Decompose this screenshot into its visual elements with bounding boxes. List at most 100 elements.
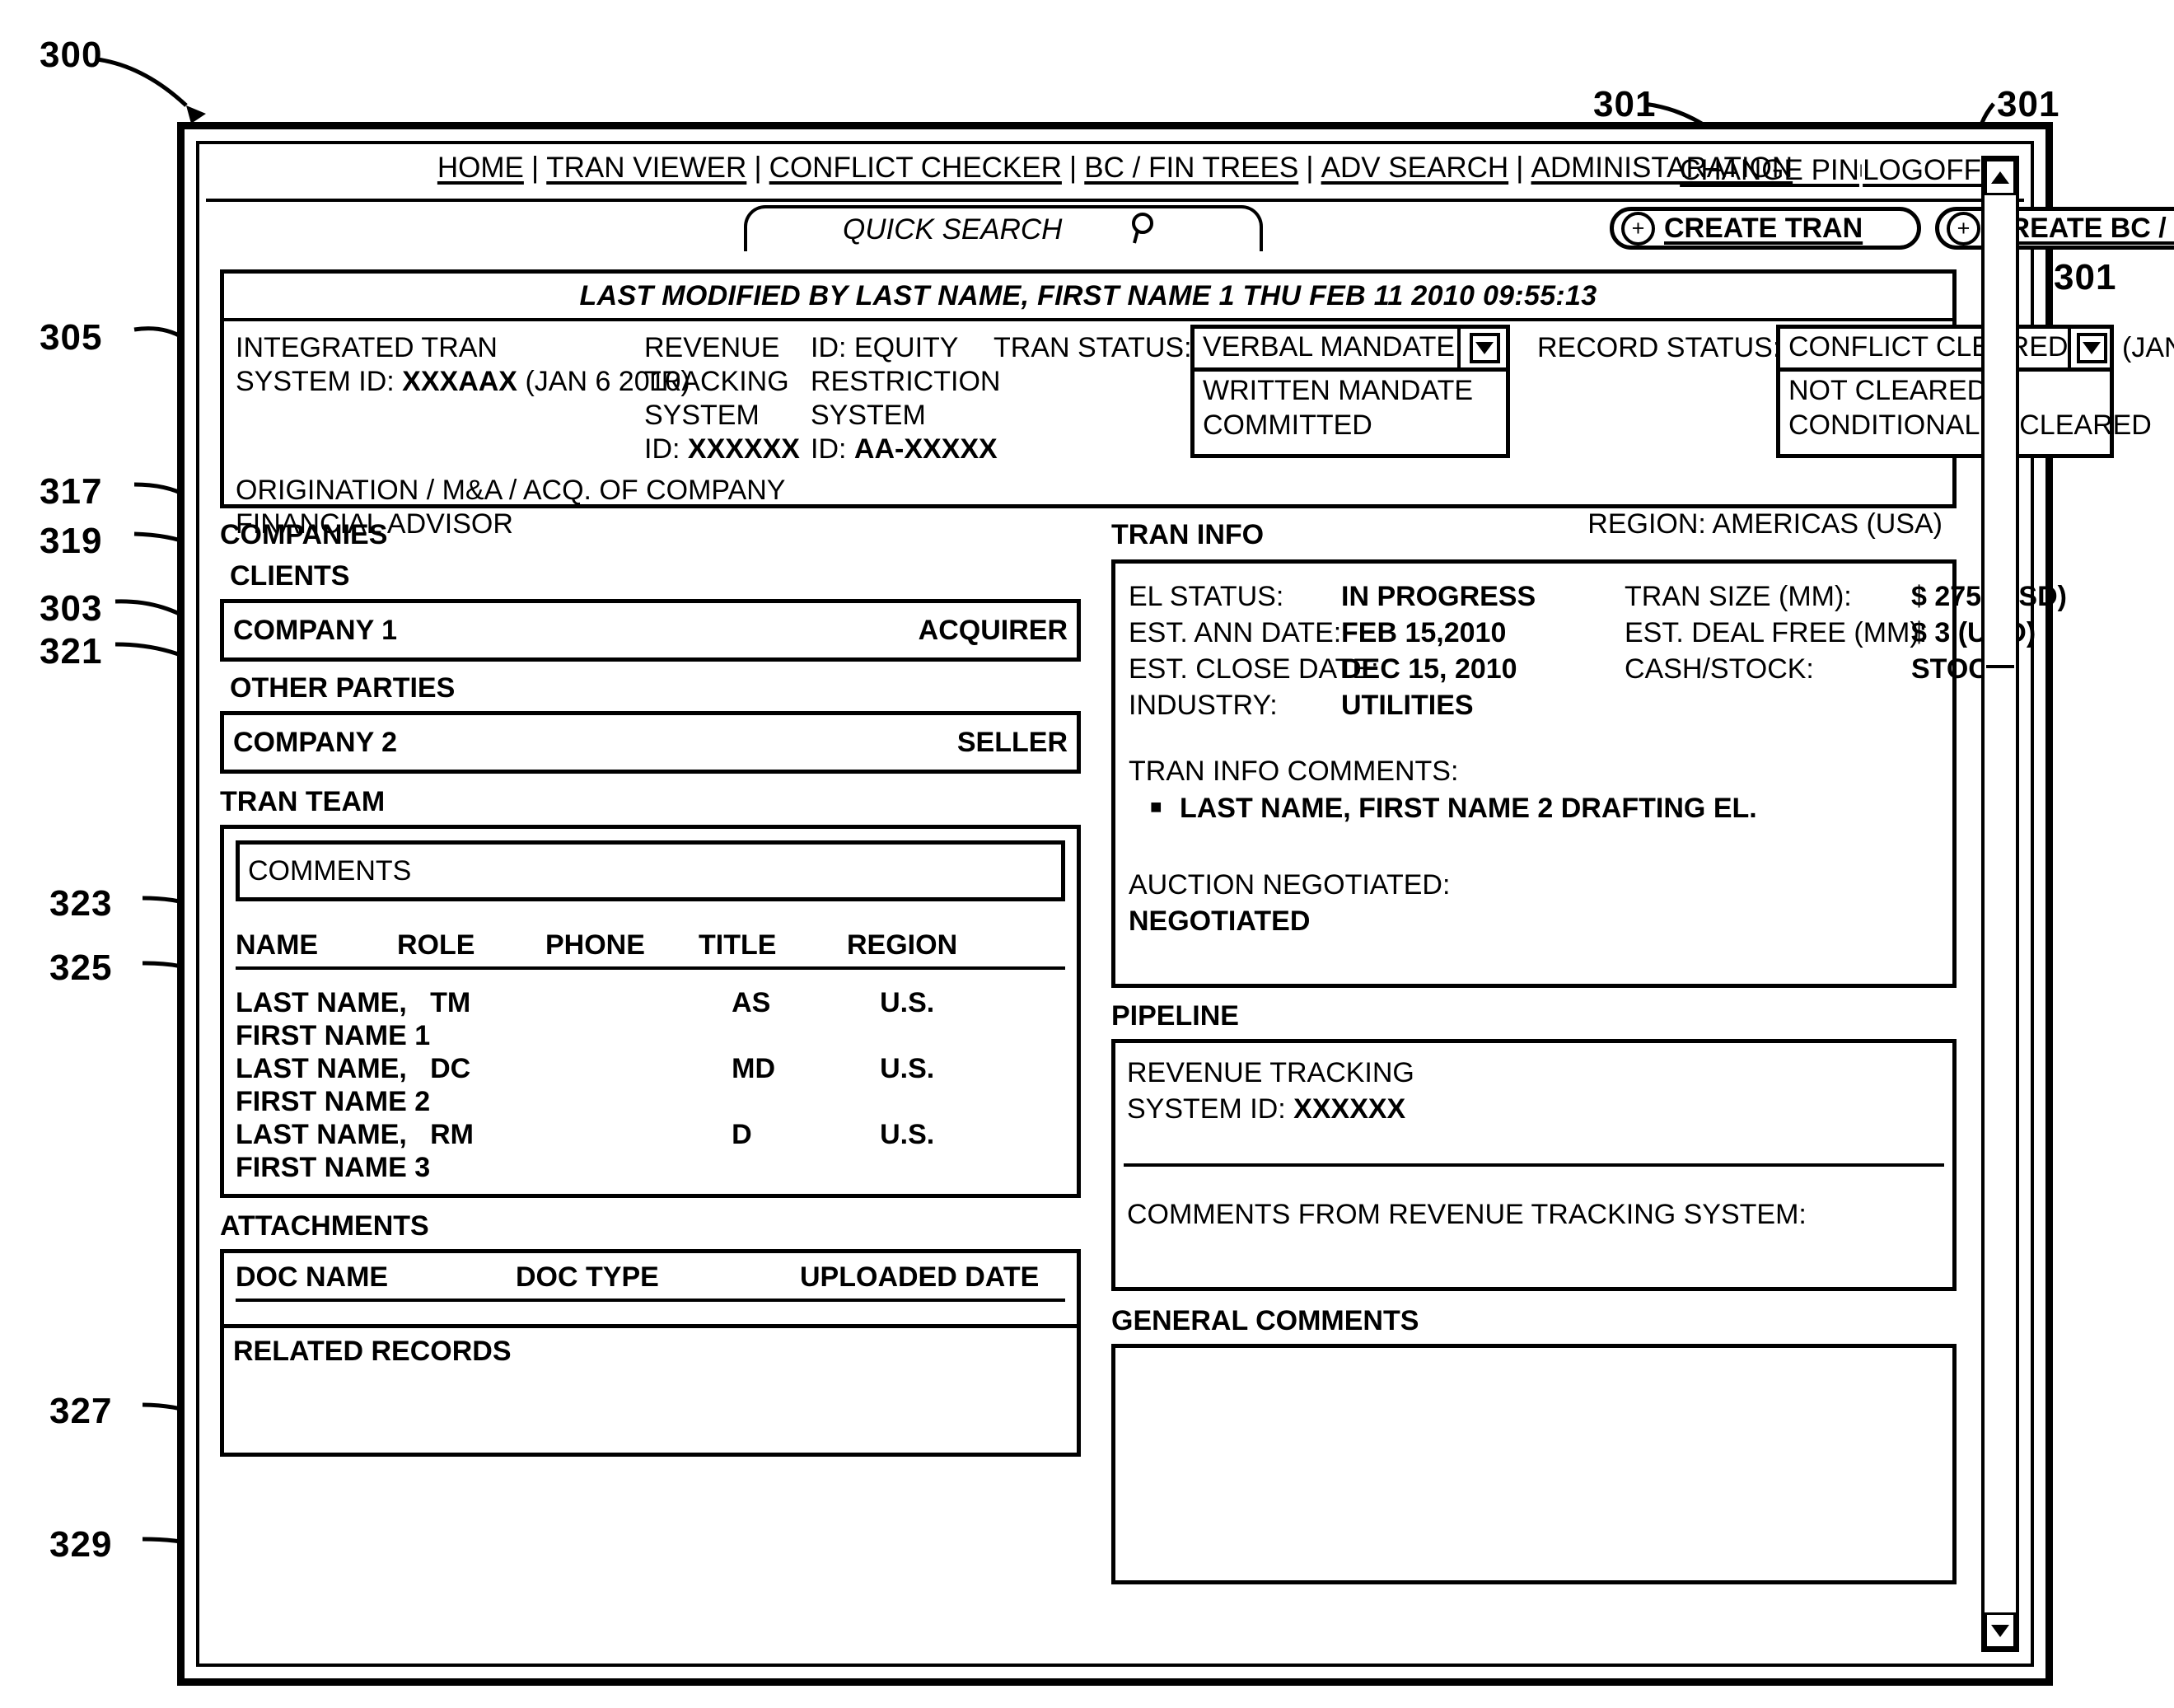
rt-id-value: XXXXXX: [687, 433, 800, 465]
nav-separator: |: [1516, 150, 1524, 184]
pipeline-rt-id: SYSTEM ID: XXXXXX: [1127, 1091, 1405, 1127]
equity-restriction-l3: SYSTEM: [811, 400, 926, 431]
ref-323: 323: [49, 883, 113, 924]
tran-status-dropdown[interactable]: VERBAL MANDATE WRITTEN MANDATE COMMITTED: [1190, 325, 1510, 458]
create-tran-button[interactable]: + CREATE TRAN: [1610, 207, 1921, 250]
chevron-down-icon[interactable]: [1461, 329, 1506, 367]
tran-status-selected: VERBAL MANDATE: [1195, 329, 1461, 367]
el-status-label: EL STATUS:: [1129, 581, 1284, 612]
origination-line: ORIGINATION / M&A / ACQ. OF COMPANY: [236, 475, 786, 506]
table-row[interactable]: LAST NAME, FIRST NAME 2 DC MD U.S.: [236, 1052, 1065, 1118]
general-comments-section-title: GENERAL COMMENTS: [1111, 1305, 1419, 1336]
tran-status-option[interactable]: COMMITTED: [1203, 408, 1506, 442]
tran-status-option-list[interactable]: WRITTEN MANDATE COMMITTED: [1190, 372, 1510, 458]
patent-figure-300: 300 301 301 301 301 301 305 317 319 303 …: [0, 0, 2174, 1708]
tran-team-comments-input[interactable]: COMMENTS: [236, 840, 1065, 901]
other-party-row[interactable]: COMPANY 2 SELLER: [224, 727, 1077, 759]
scroll-down-button[interactable]: [1985, 1612, 2016, 1649]
nav-link-logoff[interactable]: LOGOFF: [1863, 156, 1981, 185]
related-records-panel: RELATED RECORDS: [220, 1328, 1081, 1457]
ref-319: 319: [40, 521, 103, 561]
nav-link-home[interactable]: HOME: [437, 153, 524, 182]
record-status-label: RECORD STATUS:: [1537, 332, 1781, 363]
plus-icon: +: [1621, 211, 1655, 246]
revenue-tracking-l2: TRACKING: [644, 366, 789, 397]
scroll-up-arrow-icon: [1991, 171, 2009, 184]
quick-search-input[interactable]: QUICK SEARCH: [744, 205, 1263, 251]
scroll-up-button[interactable]: [1985, 159, 2016, 195]
tran-info-comment-item: ■ LAST NAME, FIRST NAME 2 DRAFTING EL.: [1150, 789, 1757, 826]
rt-id-label: ID:: [644, 433, 680, 465]
eq-id-label: ID:: [811, 433, 847, 465]
right-column: TRAN INFO EL STATUS: IN PROGRESS EST. ANN…: [1111, 517, 2067, 1652]
chevron-down-icon[interactable]: [2071, 329, 2110, 367]
est-close-date-label: EST. CLOSE DATE:: [1129, 653, 1379, 685]
client-row[interactable]: COMPANY 1 ACQUIRER: [224, 615, 1077, 647]
tran-info-left-fields: EL STATUS: IN PROGRESS EST. ANN DATE:FEB …: [1129, 578, 1536, 723]
tran-status-label: TRAN STATUS:: [993, 332, 1192, 363]
record-status-date: (JAN 6 2010): [2122, 332, 2174, 363]
ref-327: 327: [49, 1391, 113, 1431]
general-comments-input[interactable]: [1111, 1344, 1957, 1584]
nav-link-change-pin[interactable]: CHANGE PIN: [1680, 156, 1859, 185]
revenue-tracking-id: ID: XXXXXX: [644, 433, 800, 466]
create-bc-fin-trees-button[interactable]: + CREATE BC / FIN TREES: [1935, 207, 2174, 250]
pipeline-comments-label: COMMENTS FROM REVENUE TRACKING SYSTEM:: [1127, 1199, 1807, 1230]
record-status-option[interactable]: NOT CLEARED: [1788, 373, 2110, 408]
record-status-selected: CONFLICT CLEARED: [1780, 329, 2072, 367]
search-icon[interactable]: [1126, 209, 1164, 251]
quick-search-placeholder: QUICK SEARCH: [843, 213, 1063, 246]
record-status-option[interactable]: CONDITIONALLY CLEARED: [1788, 408, 2152, 442]
cell-region: U.S.: [880, 1119, 935, 1150]
cell-role: DC: [430, 1053, 471, 1084]
scroll-thumb[interactable]: [1986, 195, 2014, 668]
nav-link-tran-viewer[interactable]: TRAN VIEWER: [546, 153, 746, 182]
pipeline-rt-value: XXXXXX: [1293, 1093, 1406, 1125]
clients-subtitle: CLIENTS: [230, 560, 350, 592]
record-status-option-list[interactable]: NOT CLEARED CONDITIONALLY CLEARED: [1776, 372, 2152, 458]
est-ann-date-value: FEB 15,2010: [1341, 617, 1507, 648]
nav-link-conflict-checker[interactable]: CONFLICT CHECKER: [769, 153, 1062, 182]
table-row[interactable]: LAST NAME, FIRST NAME 1 TM AS U.S.: [236, 986, 1065, 1052]
cell-title: AS: [732, 987, 771, 1018]
equity-restriction-l1: ID: EQUITY: [811, 332, 959, 363]
nav-link-bc-fin-trees[interactable]: BC / FIN TREES: [1084, 153, 1298, 182]
attachments-header-rule: [236, 1299, 1065, 1302]
name-line-2: FIRST NAME 1: [236, 1020, 431, 1051]
col-doc-name: DOC NAME: [236, 1261, 389, 1293]
col-doc-type: DOC TYPE: [516, 1261, 659, 1293]
other-party-company-role: SELLER: [956, 726, 1068, 758]
clients-list: COMPANY 1 ACQUIRER: [220, 599, 1081, 662]
system-id-label: SYSTEM ID:: [236, 366, 395, 397]
ref-301-r3: 301: [2054, 257, 2117, 297]
tran-size-label: TRAN SIZE (MM):: [1625, 581, 1852, 612]
est-ann-date-label: EST. ANN DATE:: [1129, 617, 1342, 648]
ref-305: 305: [40, 317, 103, 358]
tran-status-dropdown-control[interactable]: VERBAL MANDATE: [1190, 325, 1510, 372]
revenue-tracking-l1: REVENUE: [644, 332, 780, 363]
related-records-title: RELATED RECORDS: [233, 1336, 512, 1367]
tran-info-field: EL STATUS: IN PROGRESS: [1129, 578, 1536, 615]
nav-divider: [206, 199, 2024, 202]
tran-info-field: INDUSTRY: UTILITIES: [1129, 687, 1536, 723]
ref-325: 325: [49, 948, 113, 988]
nav-account-links: CHANGE PIN | LOGOFF: [1680, 156, 1981, 185]
tran-info-comment-text: LAST NAME, FIRST NAME 2 DRAFTING EL.: [1179, 793, 1757, 824]
nav-link-adv-search[interactable]: ADV SEARCH: [1321, 153, 1509, 182]
vertical-scrollbar[interactable]: [1981, 156, 2019, 1652]
record-status-dropdown[interactable]: CONFLICT CLEARED NOT CLEARED CONDITIONAL…: [1776, 325, 2152, 458]
record-status-dropdown-control[interactable]: CONFLICT CLEARED: [1776, 325, 2114, 372]
industry-label: INDUSTRY:: [1129, 690, 1278, 721]
nav-separator: |: [1306, 150, 1314, 184]
tran-team-table: NAME ROLE PHONE TITLE REGION: [236, 929, 1065, 966]
client-company-role: ACQUIRER: [918, 614, 1068, 646]
cell-region: U.S.: [880, 987, 935, 1018]
nav-separator: |: [1068, 150, 1078, 184]
client-company-name: COMPANY 1: [233, 614, 398, 646]
tran-info-comments-label: TRAN INFO COMMENTS:: [1129, 756, 1459, 787]
table-row[interactable]: LAST NAME, FIRST NAME 3 RM D U.S.: [236, 1118, 1065, 1184]
tran-info-panel: EL STATUS: IN PROGRESS EST. ANN DATE:FEB …: [1111, 559, 2067, 988]
other-parties-subtitle: OTHER PARTIES: [230, 672, 456, 704]
tran-status-option[interactable]: WRITTEN MANDATE: [1203, 373, 1506, 408]
nav-links: HOME | TRAN VIEWER | CONFLICT CHECKER | …: [437, 152, 1793, 182]
